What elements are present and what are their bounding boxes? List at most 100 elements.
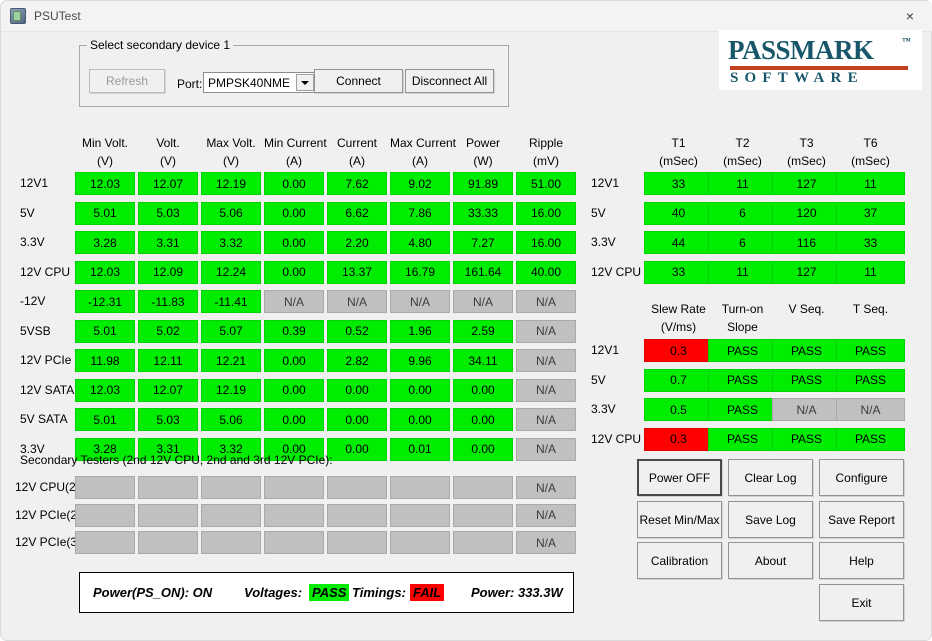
status-bar: Power(PS_ON): ON Voltages: PASS Timings:… [79,572,574,613]
port-label: Port: [177,77,203,91]
measurement-cell: 5.01 [75,319,135,343]
measurement-cell: N/A [516,349,576,372]
secondary-testers-title: Secondary Testers (2nd 12V CPU, 2nd and … [20,453,333,467]
slew-cell: 0.3 [644,427,713,451]
slew-cell: N/A [836,398,905,421]
timing-cell: 33 [836,231,905,254]
measurement-cell: 5.06 [201,408,261,431]
measurement-cell: 0.52 [327,319,387,343]
measurement-cell: -11.41 [201,290,261,313]
column-name: Slew Rate [651,302,706,316]
group-legend: Select secondary device 1 [87,38,234,52]
measurement-cell: 5.07 [201,319,261,343]
slew-cell: PASS [836,368,905,392]
configure-button[interactable]: Configure [819,459,904,496]
reset-min-max-button[interactable]: Reset Min/Max [637,501,722,538]
clear-log-button[interactable]: Clear Log [728,459,813,496]
measurement-cell: 12.03 [75,172,135,195]
measurement-cell: 2.20 [327,231,387,254]
passmark-logo: PASSMARK ™ SOFTWARE [719,30,922,90]
measurement-row-label: 5VSB [20,323,51,338]
secondary-cell [138,476,198,499]
measurement-cell: 7.86 [390,201,450,225]
measurement-cell: 0.00 [264,260,324,284]
secondary-cell [138,531,198,554]
secondary-cell [390,476,450,499]
voltages-status-badge: PASS [309,584,350,601]
port-select[interactable]: PMPSK40NME [203,72,316,93]
close-icon[interactable]: × [887,1,932,31]
timing-cell: 11 [708,172,777,195]
measurement-cell: 0.00 [264,201,324,225]
column-name: Max Volt. [206,136,256,150]
measurement-cell: 0.00 [264,172,324,195]
column-name: Turn-on [721,302,764,316]
column-unit: (W) [473,154,493,168]
column-unit: (mSec) [787,154,826,168]
secondary-cell [264,503,324,527]
measurement-cell: N/A [516,319,576,343]
refresh-button[interactable]: Refresh [89,69,165,93]
slew-cell: PASS [772,368,841,392]
slew-column-header: V Seq. [772,302,841,316]
secondary-cell [327,531,387,554]
window-title: PSUTest [34,9,81,23]
exit-button[interactable]: Exit [819,584,904,621]
save-report-button[interactable]: Save Report [819,501,904,538]
column-unit: (mSec) [659,154,698,168]
power-off-button[interactable]: Power OFF [637,459,722,496]
measurement-cell: N/A [453,290,513,313]
power-state-label: Power(PS_ON): ON [93,585,213,600]
column-unit: (V/ms) [660,320,697,334]
slew-column-header: Slew Rate (V/ms) [644,302,713,334]
connect-button[interactable]: Connect [314,69,403,93]
measurement-cell: 0.00 [264,349,324,372]
slew-cell: PASS [836,339,905,362]
measurement-cell: 40.00 [516,260,576,284]
disconnect-all-button[interactable]: Disconnect All [405,69,494,93]
measurement-cell: 9.02 [390,172,450,195]
measurement-column-header: Max Current (A) [390,136,457,168]
app-window: PSUTest × Select secondary device 1 Refr… [0,0,932,641]
measurement-column-header: Min Volt. (V) [75,136,135,168]
column-name: Current [336,136,377,150]
secondary-cell: N/A [516,476,576,499]
column-name: Max Current [390,136,457,150]
title-bar: PSUTest × [1,1,932,32]
measurement-row-label: 12V SATA [20,382,75,397]
slew-cell: PASS [772,339,841,362]
about-button[interactable]: About [728,542,813,579]
measurement-cell: 13.37 [327,260,387,284]
timing-row-label: 12V1 [591,176,620,190]
column-unit: (mSec) [851,154,890,168]
measurement-cell: 0.00 [327,437,387,461]
measurement-row-label: 12V1 [20,176,49,190]
measurement-cell: 3.32 [201,231,261,254]
secondary-cell [327,503,387,527]
app-icon [10,8,26,24]
slew-cell: PASS [836,427,905,451]
timings-status-badge: FAIL [410,584,445,601]
measurement-cell: 91.89 [453,172,513,195]
slew-column-header: Turn-on Slope [708,302,777,334]
measurement-cell: 7.27 [453,231,513,254]
calibration-button[interactable]: Calibration [637,542,722,579]
help-button[interactable]: Help [819,542,904,579]
save-log-button[interactable]: Save Log [728,501,813,538]
measurement-cell: 2.82 [327,349,387,372]
column-name: Min Current [264,136,327,150]
column-name: Min Volt. [81,136,129,150]
measurement-column-header: Max Volt. (V) [201,136,261,168]
column-name: V Seq. [788,302,825,316]
column-unit: (A) [349,154,365,168]
measurement-column-header: Volt. (V) [138,136,198,168]
measurement-cell: 33.33 [453,201,513,225]
secondary-cell [201,503,261,527]
slew-column-header: T Seq. [836,302,905,316]
measurement-cell: 0.00 [453,437,513,461]
measurement-cell: 0.39 [264,319,324,343]
secondary-cell [75,531,135,554]
chevron-down-icon[interactable] [296,74,314,91]
measurement-cell: N/A [516,290,576,313]
column-unit: (A) [286,154,302,168]
